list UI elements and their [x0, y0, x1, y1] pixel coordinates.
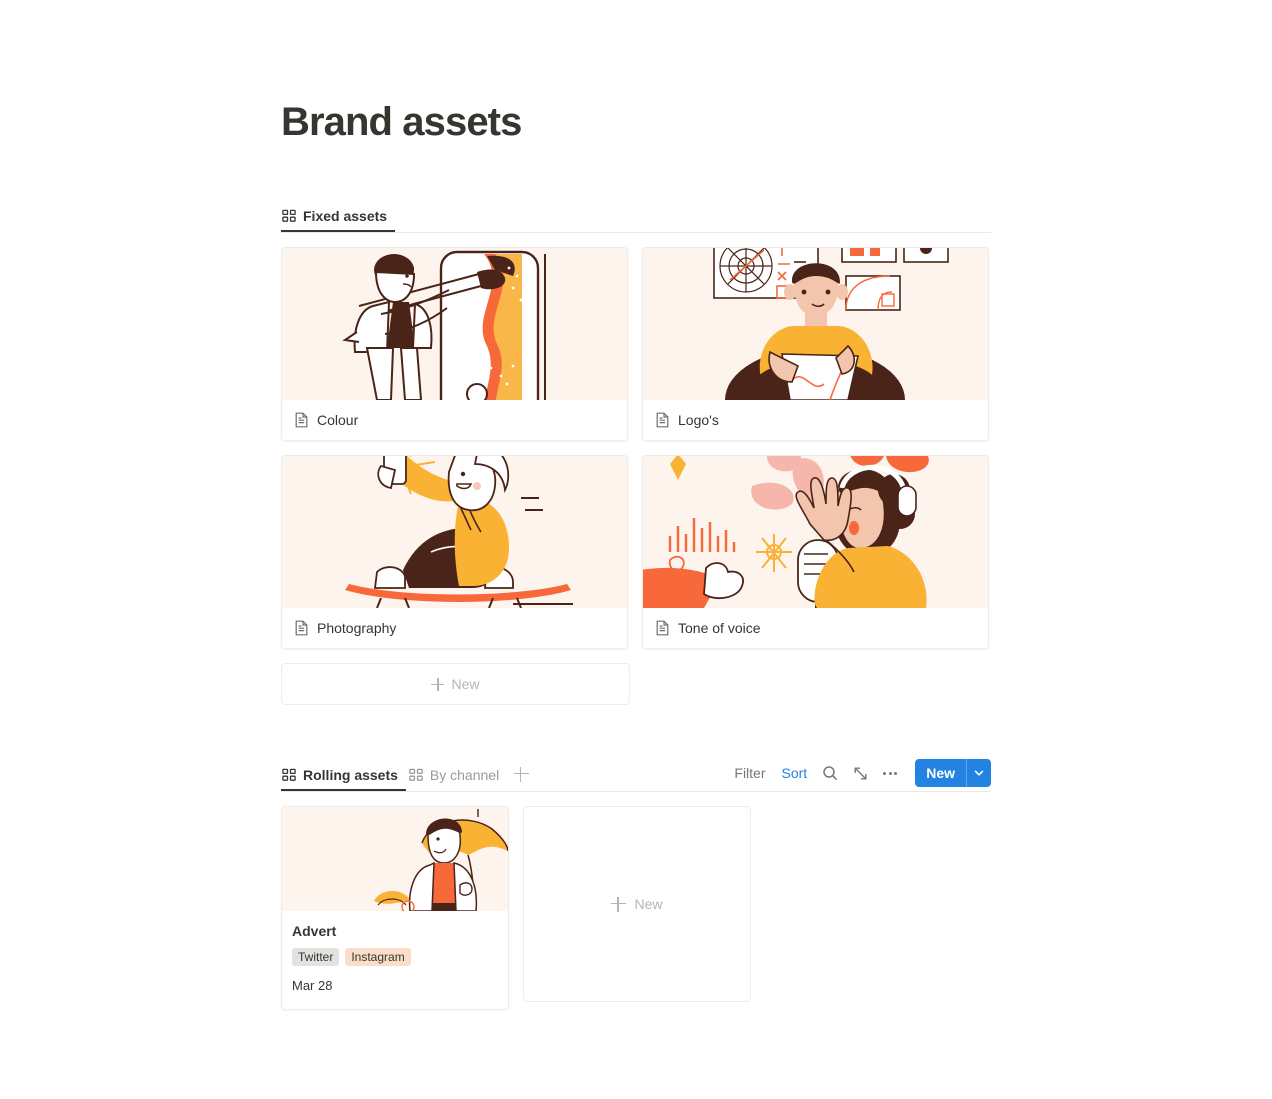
asset-card-colour[interactable]: Colour	[281, 247, 628, 441]
grid-icon	[409, 768, 423, 782]
new-button-label: New	[926, 765, 955, 781]
tab-by-channel[interactable]: By channel	[408, 758, 507, 791]
page-content: Brand assets Fixed assets Colour Logo's …	[281, 0, 991, 1010]
search-icon	[823, 766, 838, 780]
filter-button[interactable]: Filter	[728, 760, 771, 786]
new-button-caret[interactable]	[967, 759, 991, 787]
page-title: Brand assets	[281, 100, 522, 144]
asset-thumbnail-designer-desk	[643, 248, 988, 400]
tab-label: By channel	[429, 766, 500, 783]
rolling-assets-tabs: Rolling assets By channel	[281, 758, 728, 791]
rolling-assets-gallery: Advert Twitter Instagram Mar 28 New	[281, 806, 991, 1010]
fixed-assets-tabbar: Fixed assets	[281, 198, 991, 233]
gallery-new-card-button[interactable]: New	[523, 806, 751, 1002]
fixed-assets-new-button[interactable]: New	[281, 663, 630, 705]
fixed-assets-card-grid: Colour Logo's Photography Tone of voice	[281, 247, 991, 649]
asset-card-footer: Colour	[282, 400, 627, 440]
document-icon	[295, 412, 308, 428]
asset-card-title: Tone of voice	[678, 620, 761, 636]
asset-card-tone-of-voice[interactable]: Tone of voice	[642, 455, 989, 649]
tab-rolling-assets[interactable]: Rolling assets	[281, 758, 406, 791]
gallery-card-date: Mar 28	[292, 978, 333, 993]
chevron-down-icon	[974, 770, 984, 776]
document-icon	[656, 620, 669, 636]
add-view-button[interactable]	[509, 762, 533, 786]
grid-icon	[282, 209, 296, 223]
asset-thumbnail-painter-phone	[282, 248, 627, 400]
tab-fixed-assets[interactable]: Fixed assets	[281, 199, 395, 232]
asset-card-photography[interactable]: Photography	[281, 455, 628, 649]
gallery-card-advert[interactable]: Advert Twitter Instagram Mar 28	[281, 806, 509, 1010]
tag-twitter: Twitter	[292, 948, 340, 966]
asset-thumbnail-skater-selfie	[282, 456, 627, 608]
asset-card-title: Logo's	[678, 412, 719, 428]
asset-card-title: Colour	[317, 412, 359, 428]
rolling-assets-toolbar: Filter Sort New	[728, 759, 991, 791]
gallery-thumbnail-umbrella-person	[282, 807, 508, 911]
more-horizontal-icon	[883, 771, 898, 775]
gallery-card-tags: Twitter Instagram	[292, 948, 498, 966]
sort-button[interactable]: Sort	[776, 760, 814, 786]
tab-label: Rolling assets	[303, 766, 398, 783]
grid-icon	[282, 768, 296, 782]
expand-icon	[854, 767, 867, 779]
page-root: Brand assets Fixed assets Colour Logo's …	[0, 0, 1272, 1099]
asset-card-footer: Photography	[282, 608, 627, 648]
new-label: New	[634, 896, 663, 912]
fixed-assets-tabs: Fixed assets	[281, 199, 991, 232]
new-label: New	[451, 676, 480, 692]
tag-instagram: Instagram	[345, 948, 411, 966]
gallery-card-title: Advert	[292, 923, 337, 939]
document-icon	[295, 620, 308, 636]
plus-icon	[611, 896, 627, 912]
new-button[interactable]: New	[915, 759, 991, 787]
asset-card-footer: Logo's	[643, 400, 988, 440]
more-options-button[interactable]	[877, 760, 903, 786]
asset-thumbnail-singer-microphone	[643, 456, 988, 608]
rolling-assets-tabbar: Rolling assets By channel Filter Sort Ne…	[281, 757, 991, 792]
gallery-card-body: Advert Twitter Instagram Mar 28	[282, 911, 508, 1009]
asset-card-logos[interactable]: Logo's	[642, 247, 989, 441]
expand-button[interactable]	[847, 760, 873, 786]
asset-card-footer: Tone of voice	[643, 608, 988, 648]
asset-card-title: Photography	[317, 620, 397, 636]
document-icon	[656, 412, 669, 428]
search-button[interactable]	[817, 760, 843, 786]
tab-label: Fixed assets	[303, 207, 388, 224]
plus-icon	[431, 677, 445, 691]
plus-icon	[513, 766, 529, 782]
